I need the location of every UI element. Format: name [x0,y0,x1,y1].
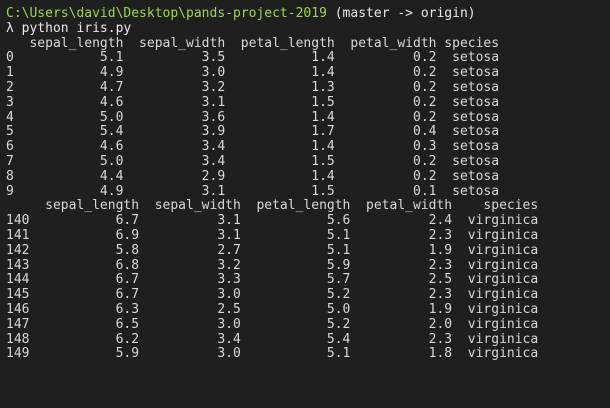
output-line: 7 5.0 3.4 1.5 0.2 setosa [6,153,500,169]
output-line: 144 6.7 3.3 5.7 2.5 virginica [6,272,539,288]
output-line: 6 4.6 3.4 1.4 0.3 setosa [6,139,500,155]
output-line: 1 4.9 3.0 1.4 0.2 setosa [6,65,500,81]
output-line: 8 4.4 2.9 1.4 0.2 setosa [6,168,500,184]
output-line: 140 6.7 3.1 5.6 2.4 virginica [6,213,539,229]
output-line: 9 4.9 3.1 1.5 0.1 setosa [6,183,500,199]
output-line: 148 6.2 3.4 5.4 2.3 virginica [6,331,539,347]
output-line: 143 6.8 3.2 5.9 2.3 virginica [6,257,539,273]
prompt-path-line: C:\Users\david\Desktop\pands-project-201… [6,6,610,22]
prompt-symbol: λ [6,20,14,36]
output-line: 3 4.6 3.1 1.5 0.2 setosa [6,94,500,110]
output-block: sepal_length sepal_width petal_length pe… [6,35,610,377]
current-directory: C:\Users\david\Desktop\pands-project-201… [6,6,327,21]
output-line: 147 6.5 3.0 5.2 2.0 virginica [6,316,539,332]
output-line: 141 6.9 3.1 5.1 2.3 virginica [6,227,539,243]
output-line: sepal_length sepal_width petal_length pe… [6,198,539,214]
command-text: python iris.py [13,20,132,36]
output-line: 149 5.9 3.0 5.1 1.8 virginica [6,346,539,362]
output-line: 0 5.1 3.5 1.4 0.2 setosa [6,50,500,66]
output-line: 145 6.7 3.0 5.2 2.3 virginica [6,287,539,303]
output-line: 146 6.3 2.5 5.0 1.9 virginica [6,301,539,317]
output-line: 2 4.7 3.2 1.3 0.2 setosa [6,79,500,95]
output-line: sepal_length sepal_width petal_length pe… [6,35,500,51]
output-line: 5 5.4 3.9 1.7 0.4 setosa [6,124,500,140]
git-branch: (master -> origin) [326,6,476,21]
terminal-window[interactable]: C:\Users\david\Desktop\pands-project-201… [0,0,610,408]
output-line: 142 5.8 2.7 5.1 1.9 virginica [6,242,539,258]
output-line: 4 5.0 3.6 1.4 0.2 setosa [6,109,500,125]
command-line: λ python iris.py [6,20,610,37]
